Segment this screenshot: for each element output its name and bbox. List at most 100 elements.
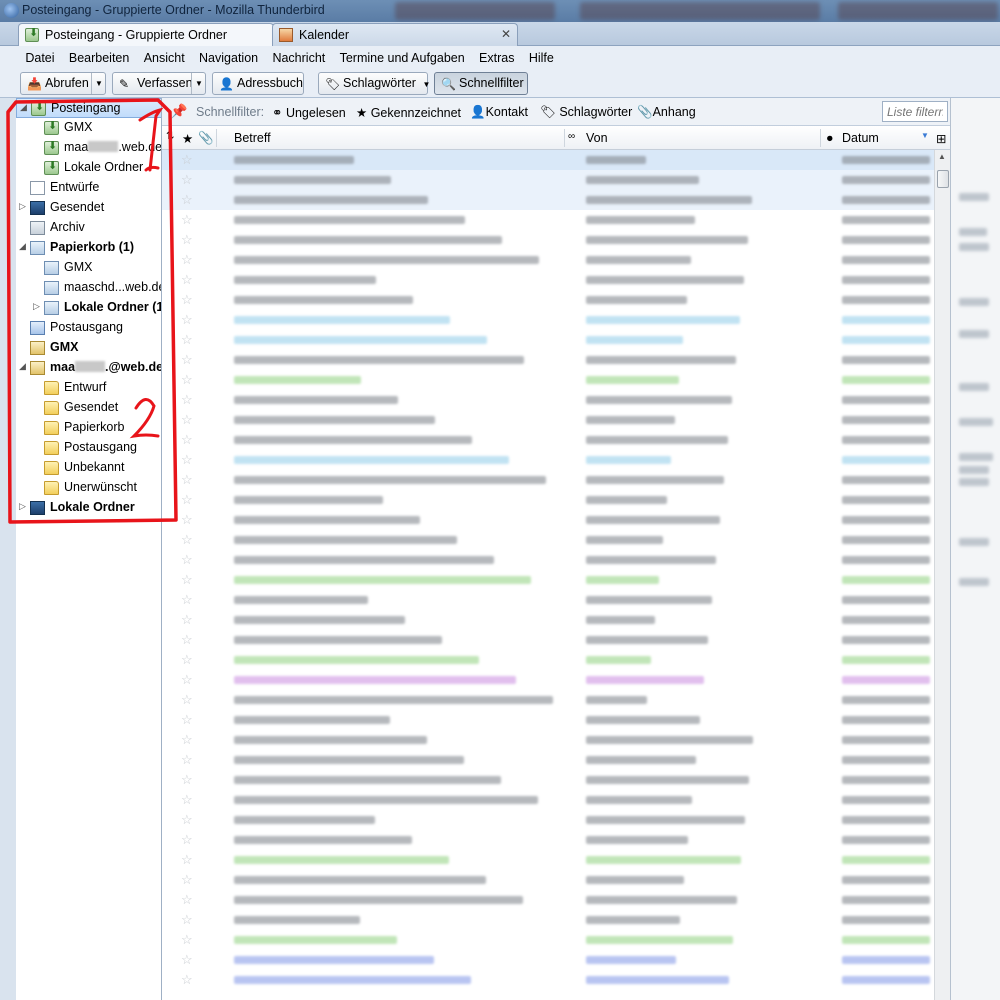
message-row[interactable]: ☆ (162, 230, 934, 250)
address-book-button[interactable]: 👤 Adressbuch (212, 72, 304, 95)
folder-item[interactable]: GMX (16, 258, 161, 278)
message-row[interactable]: ☆ (162, 570, 934, 590)
folder-item[interactable]: Unerwünscht (16, 478, 161, 498)
message-row[interactable]: ☆ (162, 510, 934, 530)
star-icon[interactable]: ☆ (181, 512, 193, 528)
tags-button[interactable]: 🏷 Schlagwörter ▼ (318, 72, 430, 95)
star-icon[interactable]: ☆ (181, 972, 193, 988)
folder-item[interactable]: Archiv (16, 218, 161, 238)
menu-bearbeiten[interactable]: Bearbeiten (63, 46, 134, 65)
message-row[interactable]: ☆ (162, 610, 934, 630)
star-icon[interactable]: ☆ (181, 452, 193, 468)
folder-item[interactable]: Entwurf (16, 378, 161, 398)
message-row[interactable]: ☆ (162, 430, 934, 450)
twisty-open-icon[interactable]: ◢ (20, 102, 27, 113)
star-icon[interactable]: ☆ (181, 832, 193, 848)
folder-item[interactable]: Unbekannt (16, 458, 161, 478)
message-row[interactable]: ☆ (162, 830, 934, 850)
star-icon[interactable]: ☆ (181, 412, 193, 428)
column-from[interactable]: Von (586, 131, 608, 145)
compose-button[interactable]: ✎ Verfassen ▼ (112, 72, 206, 95)
star-icon[interactable]: ☆ (181, 472, 193, 488)
twisty-closed-icon[interactable]: ▷ (19, 201, 26, 212)
message-row[interactable]: ☆ (162, 390, 934, 410)
folder-item[interactable]: ▷ Gesendet (16, 198, 161, 218)
message-row[interactable]: ☆ (162, 290, 934, 310)
filter-tags-button[interactable]: 🏷 Schlagwörter (540, 105, 632, 120)
menu-datei[interactable]: Datei (19, 46, 59, 65)
folder-item[interactable]: ◢ Posteingang (16, 98, 161, 118)
folder-item[interactable]: ▷ Lokale Ordner (1) (16, 298, 161, 318)
menu-termine-und-aufgaben[interactable]: Termine und Aufgaben (334, 46, 470, 65)
scroll-up-icon[interactable]: ▲ (938, 152, 946, 161)
folder-item[interactable]: ◢ Papierkorb (1) (16, 238, 161, 258)
filter-attachment-button[interactable]: 📎Anhang (637, 105, 696, 120)
message-row[interactable]: ☆ (162, 270, 934, 290)
star-icon[interactable]: ☆ (181, 432, 193, 448)
star-icon[interactable]: ☆ (181, 492, 193, 508)
filter-contact-button[interactable]: 👤Kontakt (470, 105, 528, 120)
message-row[interactable]: ☆ (162, 670, 934, 690)
star-icon[interactable]: ☆ (181, 692, 193, 708)
star-icon[interactable]: ☆ (181, 352, 193, 368)
twisty-open-icon[interactable]: ◢ (19, 241, 26, 252)
message-row[interactable]: ☆ (162, 410, 934, 430)
folder-item[interactable]: Papierkorb (16, 418, 161, 438)
star-icon[interactable]: ☆ (181, 252, 193, 268)
folder-item[interactable]: ◢ maa .@web.de (16, 358, 161, 378)
star-icon[interactable]: ☆ (181, 332, 193, 348)
star-icon[interactable]: ☆ (181, 812, 193, 828)
twisty-closed-icon[interactable]: ▷ (33, 301, 40, 312)
star-icon[interactable]: ☆ (181, 872, 193, 888)
junk-column-icon[interactable]: ● (826, 131, 834, 145)
star-icon[interactable]: ☆ (181, 372, 193, 388)
menu-ansicht[interactable]: Ansicht (138, 46, 190, 65)
folder-item[interactable]: maa .web.de (16, 138, 161, 158)
tab-kalender[interactable]: Kalender ✕ (272, 23, 518, 46)
star-icon[interactable]: ☆ (181, 852, 193, 868)
star-icon[interactable]: ☆ (181, 392, 193, 408)
chevron-down-icon[interactable]: ▼ (91, 73, 105, 94)
star-icon[interactable]: ☆ (181, 292, 193, 308)
message-list-scrollbar[interactable]: ▲ (934, 150, 950, 1000)
message-row[interactable]: ☆ (162, 710, 934, 730)
message-row[interactable]: ☆ (162, 210, 934, 230)
message-row[interactable]: ☆ (162, 970, 934, 990)
message-row[interactable]: ☆ (162, 770, 934, 790)
star-icon[interactable]: ☆ (181, 712, 193, 728)
star-icon[interactable]: ☆ (181, 152, 193, 168)
message-row[interactable]: ☆ (162, 950, 934, 970)
message-row[interactable]: ☆ (162, 850, 934, 870)
star-icon[interactable]: ☆ (181, 232, 193, 248)
message-row[interactable]: ☆ (162, 690, 934, 710)
message-row[interactable]: ☆ (162, 810, 934, 830)
message-row[interactable]: ☆ (162, 190, 934, 210)
column-picker-icon[interactable]: ⊞ (936, 131, 946, 146)
message-row[interactable]: ☆ (162, 250, 934, 270)
star-icon[interactable]: ☆ (181, 672, 193, 688)
read-status-column-icon[interactable]: ∞ (568, 131, 575, 142)
star-icon[interactable]: ☆ (181, 772, 193, 788)
message-row[interactable]: ☆ (162, 550, 934, 570)
star-icon[interactable]: ☆ (181, 172, 193, 188)
message-row[interactable]: ☆ (162, 590, 934, 610)
star-icon[interactable]: ☆ (181, 312, 193, 328)
attachment-column-icon[interactable]: 📎 (198, 131, 214, 146)
star-column-icon[interactable]: ★ (182, 131, 193, 146)
scrollbar-thumb[interactable] (937, 170, 949, 188)
star-icon[interactable]: ☆ (181, 652, 193, 668)
message-row[interactable]: ☆ (162, 530, 934, 550)
star-icon[interactable]: ☆ (181, 952, 193, 968)
get-mail-button[interactable]: 📥 Abrufen ▼ (20, 72, 106, 95)
quick-filter-toggle-button[interactable]: 🔍 Schnellfilter (434, 72, 528, 95)
star-icon[interactable]: ☆ (181, 752, 193, 768)
star-icon[interactable]: ☆ (181, 732, 193, 748)
star-icon[interactable]: ☆ (181, 592, 193, 608)
filter-unread-button[interactable]: ⚭ Ungelesen (272, 105, 346, 120)
star-icon[interactable]: ☆ (181, 192, 193, 208)
menu-extras[interactable]: Extras (473, 46, 519, 65)
star-icon[interactable]: ☆ (181, 572, 193, 588)
star-icon[interactable]: ☆ (181, 792, 193, 808)
message-row[interactable]: ☆ (162, 750, 934, 770)
message-row[interactable]: ☆ (162, 330, 934, 350)
